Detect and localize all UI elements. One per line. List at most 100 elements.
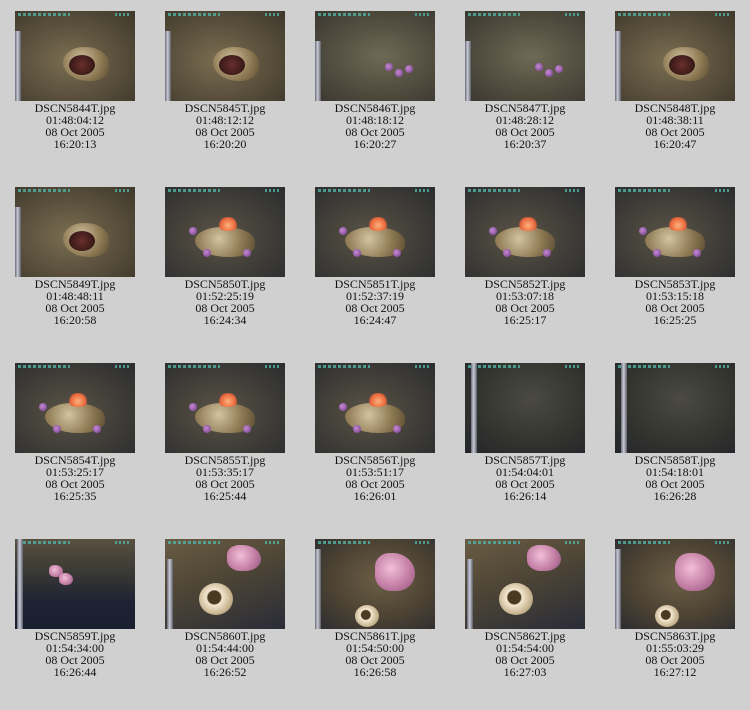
- thumbnail-item[interactable]: DSCN5847T.jpg 01:48:28:12 08 Oct 2005 16:20…: [450, 11, 600, 150]
- urchin: [535, 63, 543, 71]
- urchin: [203, 249, 211, 257]
- overlay-stamp: [468, 541, 520, 544]
- thumbnail-image[interactable]: [315, 363, 435, 453]
- thumbnail-item[interactable]: DSCN5845T.jpg 01:48:12:12 08 Oct 2005 16:20…: [150, 11, 300, 150]
- overlay-stamp: [565, 365, 581, 368]
- overlay-stamp: [115, 541, 131, 544]
- overlay-stamp: [115, 189, 131, 192]
- thumbnail-image[interactable]: [315, 187, 435, 277]
- thumbnail-item[interactable]: DSCN5852T.jpg 01:53:07:18 08 Oct 2005 16:25…: [450, 187, 600, 326]
- thumbnail-caption: DSCN5850T.jpg 01:52:25:19 08 Oct 2005 16:24…: [185, 278, 266, 326]
- thumbnail-item[interactable]: DSCN5851T.jpg 01:52:37:19 08 Oct 2005 16:24…: [300, 187, 450, 326]
- anemone: [217, 393, 239, 407]
- time-label: 16:20:37: [503, 137, 547, 151]
- thumbnail-caption: DSCN5851T.jpg 01:52:37:19 08 Oct 2005 16:24…: [335, 278, 416, 326]
- thumbnail-item[interactable]: DSCN5846T.jpg 01:48:18:12 08 Oct 2005 16:20…: [300, 11, 450, 150]
- thumbnail-caption: DSCN5861T.jpg 01:54:50:00 08 Oct 2005 16:26…: [335, 630, 416, 678]
- thumbnail-item[interactable]: DSCN5859T.jpg 01:54:34:00 08 Oct 2005 16:26…: [0, 539, 150, 678]
- thumbnail-image[interactable]: [15, 363, 135, 453]
- thumbnail-item[interactable]: DSCN5858T.jpg 01:54:18:01 08 Oct 2005 16:26…: [600, 363, 750, 502]
- overlay-stamp: [168, 189, 220, 192]
- overlay-stamp: [115, 365, 131, 368]
- coral: [675, 553, 715, 591]
- urchin: [393, 249, 401, 257]
- thumbnail-item[interactable]: DSCN5854T.jpg 01:53:25:17 08 Oct 2005 16:25…: [0, 363, 150, 502]
- time-label: 16:24:34: [203, 313, 247, 327]
- thumbnail-item[interactable]: DSCN5850T.jpg 01:52:25:19 08 Oct 2005 16:24…: [150, 187, 300, 326]
- photo-background: [315, 11, 435, 101]
- overlay-stamp: [318, 541, 370, 544]
- thumbnail-image[interactable]: [315, 539, 435, 629]
- thumbnail-image[interactable]: [615, 11, 735, 101]
- time-label: 16:27:12: [653, 665, 697, 679]
- anemone: [517, 217, 539, 231]
- thumbnail-caption: DSCN5858T.jpg 01:54:18:01 08 Oct 2005 16:26…: [635, 454, 716, 502]
- thumbnail-image[interactable]: [165, 11, 285, 101]
- thumbnail-item[interactable]: DSCN5856T.jpg 01:53:51:17 08 Oct 2005 16:26…: [300, 363, 450, 502]
- thumbnail-image[interactable]: [465, 363, 585, 453]
- thumbnail-item[interactable]: DSCN5855T.jpg 01:53:35:17 08 Oct 2005 16:25…: [150, 363, 300, 502]
- thumbnail-image[interactable]: [465, 187, 585, 277]
- overlay-stamp: [115, 13, 131, 16]
- thumbnail-image[interactable]: [615, 539, 735, 629]
- urchin: [189, 227, 197, 235]
- time-label: 16:25:17: [503, 313, 547, 327]
- thumbnail-caption: DSCN5862T.jpg 01:54:54:00 08 Oct 2005 16:27…: [485, 630, 566, 678]
- urchin: [545, 69, 553, 77]
- urchin: [543, 249, 551, 257]
- time-label: 16:26:44: [53, 665, 97, 679]
- overlay-stamp: [715, 365, 731, 368]
- overlay-stamp: [265, 365, 281, 368]
- thumbnail-caption: DSCN5863T.jpg 01:55:03:29 08 Oct 2005 16:27…: [635, 630, 716, 678]
- thumbnail-image[interactable]: [615, 187, 735, 277]
- photo-background: [465, 363, 585, 453]
- time-label: 16:20:27: [353, 137, 397, 151]
- thumbnail-caption: DSCN5848T.jpg 01:48:38:11 08 Oct 2005 16:20…: [635, 102, 716, 150]
- thumbnail-image[interactable]: [15, 539, 135, 629]
- thumbnail-item[interactable]: DSCN5848T.jpg 01:48:38:11 08 Oct 2005 16:20…: [600, 11, 750, 150]
- sponge: [199, 583, 233, 615]
- thumbnail-image[interactable]: [15, 187, 135, 277]
- thumbnail-item[interactable]: DSCN5853T.jpg 01:53:15:18 08 Oct 2005 16:25…: [600, 187, 750, 326]
- rock-cavity: [69, 231, 95, 251]
- thumbnail-image[interactable]: [165, 539, 285, 629]
- thumbnail-item[interactable]: DSCN5863T.jpg 01:55:03:29 08 Oct 2005 16:27…: [600, 539, 750, 678]
- thumbnail-caption: DSCN5852T.jpg 01:53:07:18 08 Oct 2005 16:25…: [485, 278, 566, 326]
- sampler-pole: [315, 549, 321, 629]
- urchin: [243, 425, 251, 433]
- thumbnail-item[interactable]: DSCN5857T.jpg 01:54:04:01 08 Oct 2005 16:26…: [450, 363, 600, 502]
- thumbnail-item[interactable]: DSCN5860T.jpg 01:54:44:00 08 Oct 2005 16:26…: [150, 539, 300, 678]
- thumbnail-image[interactable]: [165, 187, 285, 277]
- sampler-pole: [15, 31, 21, 101]
- overlay-stamp: [565, 541, 581, 544]
- time-label: 16:27:03: [503, 665, 547, 679]
- thumbnail-image[interactable]: [315, 11, 435, 101]
- thumbnail-caption: DSCN5854T.jpg 01:53:25:17 08 Oct 2005 16:25…: [35, 454, 116, 502]
- thumbnail-item[interactable]: DSCN5844T.jpg 01:48:04:12 08 Oct 2005 16:20…: [0, 11, 150, 150]
- thumbnail-image[interactable]: [465, 11, 585, 101]
- sampler-pole: [471, 363, 477, 453]
- sampler-pole: [621, 363, 627, 453]
- thumbnail-caption: DSCN5849T.jpg 01:48:48:11 08 Oct 2005 16:20…: [35, 278, 116, 326]
- urchin: [39, 403, 47, 411]
- thumbnail-item[interactable]: DSCN5861T.jpg 01:54:50:00 08 Oct 2005 16:26…: [300, 539, 450, 678]
- overlay-stamp: [415, 365, 431, 368]
- thumbnail-image[interactable]: [165, 363, 285, 453]
- anemone: [667, 217, 689, 231]
- thumbnail-image[interactable]: [15, 11, 135, 101]
- thumbnail-image[interactable]: [615, 363, 735, 453]
- thumbnail-item[interactable]: DSCN5862T.jpg 01:54:54:00 08 Oct 2005 16:27…: [450, 539, 600, 678]
- thumbnail-image[interactable]: [465, 539, 585, 629]
- urchin: [555, 65, 563, 73]
- time-label: 16:26:52: [203, 665, 247, 679]
- sampler-pole: [15, 207, 21, 277]
- thumbnail-caption: DSCN5855T.jpg 01:53:35:17 08 Oct 2005 16:25…: [185, 454, 266, 502]
- overlay-stamp: [468, 13, 520, 16]
- thumbnail-caption: DSCN5860T.jpg 01:54:44:00 08 Oct 2005 16:26…: [185, 630, 266, 678]
- overlay-stamp: [265, 189, 281, 192]
- anemone: [217, 217, 239, 231]
- overlay-stamp: [18, 541, 70, 544]
- thumbnail-item[interactable]: DSCN5849T.jpg 01:48:48:11 08 Oct 2005 16:20…: [0, 187, 150, 326]
- time-label: 16:26:01: [353, 489, 397, 503]
- overlay-stamp: [415, 541, 431, 544]
